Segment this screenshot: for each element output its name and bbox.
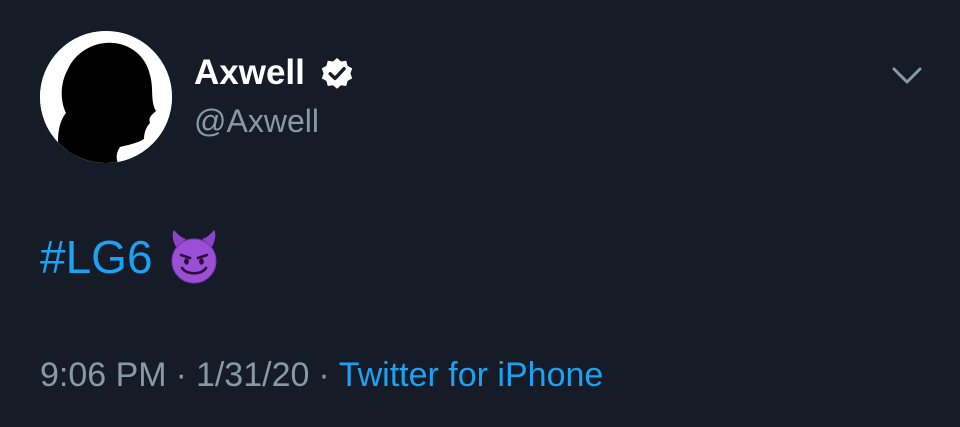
profile-silhouette-icon	[40, 31, 172, 163]
hashtag-link[interactable]: #LG6	[40, 226, 153, 288]
tweet-metadata: 9:06 PM · 1/31/20 · Twitter for iPhone	[40, 354, 603, 396]
smiling-face-with-horns-emoji	[171, 230, 217, 284]
tweet-date[interactable]: 1/31/20	[196, 356, 309, 394]
tweet-text: #LG6	[40, 226, 219, 288]
tweet-time[interactable]: 9:06 PM	[40, 356, 167, 394]
user-handle[interactable]: @Axwell	[194, 101, 319, 141]
tweet-source-link[interactable]: Twitter for iPhone	[339, 356, 604, 394]
meta-separator: ·	[318, 356, 330, 394]
meta-separator: ·	[175, 356, 187, 394]
tweet-card: Axwell @Axwell #LG6 9:06 PM · 1/31/20 · Twit…	[0, 0, 960, 427]
display-name[interactable]: Axwell	[194, 52, 305, 94]
verified-badge-icon	[321, 58, 353, 89]
avatar[interactable]	[40, 31, 172, 163]
chevron-down-icon[interactable]	[890, 62, 924, 90]
